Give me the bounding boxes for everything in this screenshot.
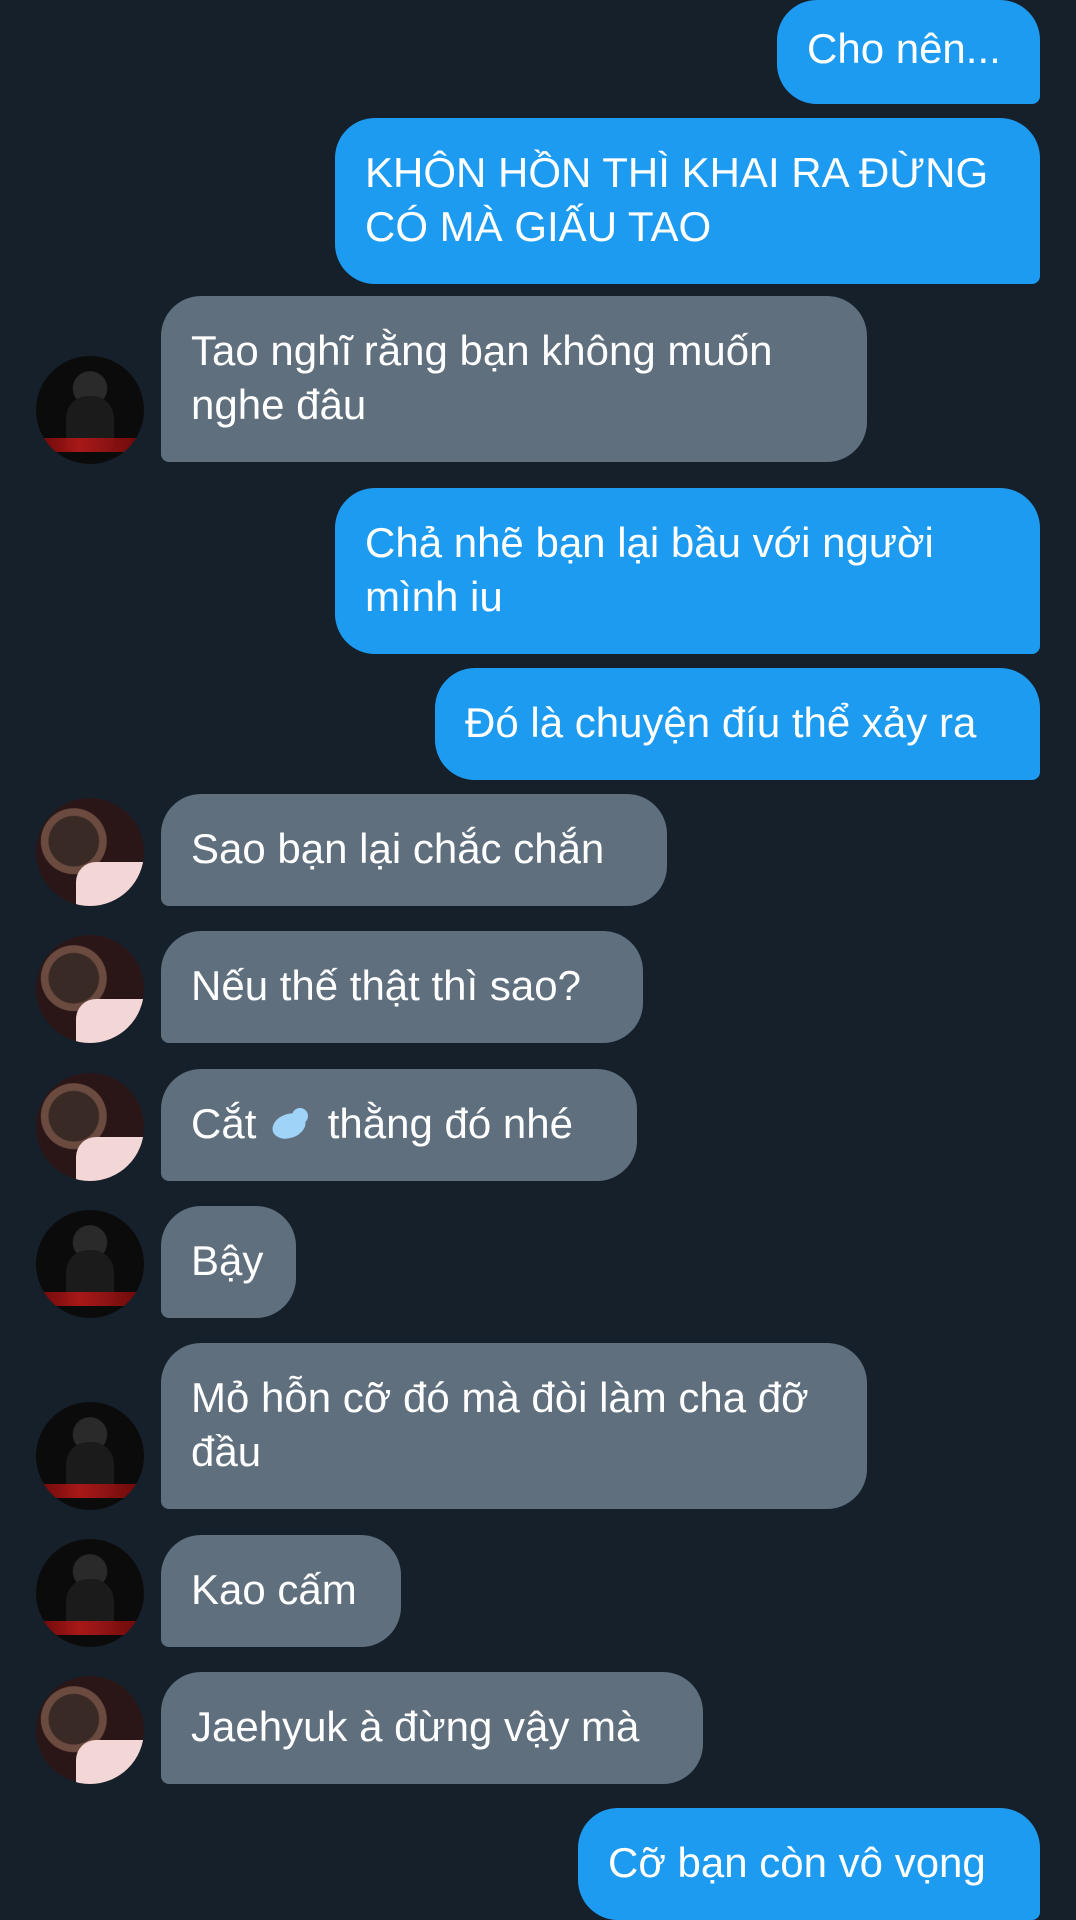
message-bubble[interactable]: Cỡ bạn còn vô vọng <box>578 1808 1040 1920</box>
avatar[interactable] <box>36 1676 144 1784</box>
message-text: Cắt <box>191 1100 269 1147</box>
avatar[interactable] <box>36 935 144 1043</box>
message-bubble[interactable]: Cắt thằng đó nhé <box>161 1069 637 1181</box>
message-bubble[interactable]: Mỏ hỗn cỡ đó mà đòi làm cha đỡ đầu <box>161 1343 867 1509</box>
message-bubble[interactable]: Kao cấm <box>161 1535 401 1647</box>
message-bubble[interactable]: Chả nhẽ bạn lại bầu với người mình iu <box>335 488 1040 654</box>
avatar[interactable] <box>36 1539 144 1647</box>
avatar[interactable] <box>36 1402 144 1510</box>
avatar[interactable] <box>36 798 144 906</box>
bird-emoji-icon <box>268 1104 316 1144</box>
message-bubble[interactable]: Tao nghĩ rằng bạn không muốn nghe đâu <box>161 296 867 462</box>
message-bubble[interactable]: Sao bạn lại chắc chắn <box>161 794 667 906</box>
message-bubble[interactable]: Đó là chuyện đíu thể xảy ra <box>435 668 1040 780</box>
avatar[interactable] <box>36 1073 144 1181</box>
message-bubble[interactable]: Cho nên... <box>777 0 1040 104</box>
message-bubble[interactable]: KHÔN HỒN THÌ KHAI RA ĐỪNG CÓ MÀ GIẤU TAO <box>335 118 1040 284</box>
message-text: thằng đó nhé <box>316 1100 573 1147</box>
message-bubble[interactable]: Jaehyuk à đừng vậy mà <box>161 1672 703 1784</box>
message-bubble[interactable]: Bậy <box>161 1206 296 1318</box>
avatar[interactable] <box>36 1210 144 1318</box>
avatar[interactable] <box>36 356 144 464</box>
message-bubble[interactable]: Nếu thế thật thì sao? <box>161 931 643 1043</box>
chat-thread: Cho nên... KHÔN HỒN THÌ KHAI RA ĐỪNG CÓ … <box>0 0 1076 1920</box>
